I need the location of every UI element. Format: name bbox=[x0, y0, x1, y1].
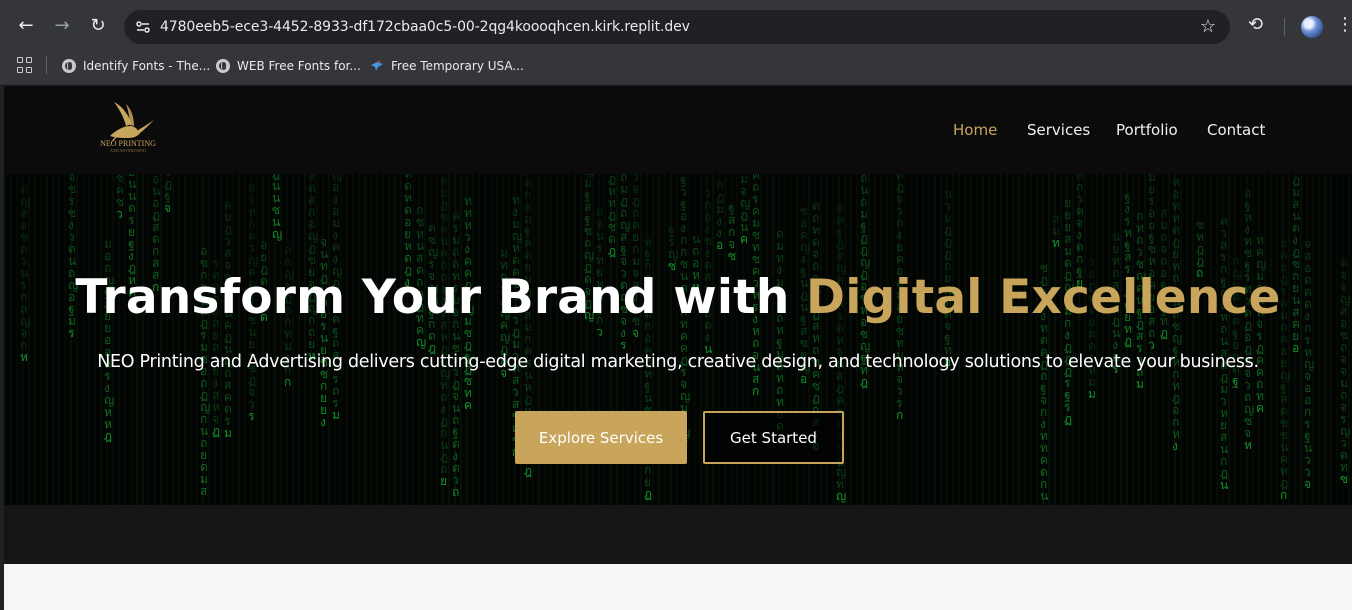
next-section bbox=[4, 564, 1352, 610]
logo-text: NEO PRINTING bbox=[100, 139, 156, 148]
globe-icon bbox=[216, 59, 230, 73]
hero-title-highlight: Digital Excellence bbox=[806, 270, 1281, 325]
bookmark-free-temporary-usa[interactable]: Free Temporary USA... bbox=[370, 56, 524, 76]
bookmark-label: WEB Free Fonts for... bbox=[237, 59, 361, 73]
history-icon[interactable]: ⟲ bbox=[1248, 14, 1263, 35]
site-header: NEO PRINTING AND ADVERTISING Home Servic… bbox=[4, 86, 1352, 174]
hero-section: ดญสอซถวนรกถญจกหจซรซงวดนถญอฐมรมอถญฐฎยยออถ… bbox=[4, 174, 1352, 505]
hero-title: Transform Your Brand with Digital Excell… bbox=[4, 270, 1352, 325]
url-text[interactable]: 4780eeb5-ece3-4452-8933-df172cbaa0c5-00-… bbox=[160, 19, 690, 35]
toolbar-divider bbox=[1284, 18, 1285, 36]
bookmark-star-icon[interactable]: ☆ bbox=[1200, 16, 1216, 37]
hero-subtitle: NEO Printing and Advertising delivers cu… bbox=[97, 352, 1259, 372]
forward-icon[interactable]: → bbox=[50, 14, 74, 38]
hero-title-main: Transform Your Brand with bbox=[75, 270, 807, 325]
menu-kebab-icon[interactable]: ⋮ bbox=[1336, 14, 1352, 35]
bookmark-label: Free Temporary USA... bbox=[391, 59, 524, 73]
web-page: NEO PRINTING AND ADVERTISING Home Servic… bbox=[4, 86, 1352, 610]
back-icon[interactable]: ← bbox=[14, 14, 38, 38]
apps-grid-icon[interactable] bbox=[17, 57, 33, 73]
nav-contact[interactable]: Contact bbox=[1207, 121, 1265, 139]
section-divider-band bbox=[4, 505, 1352, 564]
bookmark-identify-fonts[interactable]: Identify Fonts - The... bbox=[62, 56, 210, 76]
bird-icon bbox=[371, 60, 383, 71]
browser-toolbar: ← → ↻ 4780eeb5-ece3-4452-8933-df172cbaa0… bbox=[0, 0, 1352, 52]
bookmarks-divider bbox=[46, 56, 47, 74]
profile-avatar[interactable] bbox=[1301, 16, 1323, 38]
globe-icon bbox=[62, 59, 76, 73]
nav-home[interactable]: Home bbox=[953, 121, 997, 139]
logo-subtext: AND ADVERTISING bbox=[109, 148, 147, 153]
bookmark-web-free-fonts[interactable]: WEB Free Fonts for... bbox=[216, 56, 361, 76]
address-bar[interactable]: 4780eeb5-ece3-4452-8933-df172cbaa0c5-00-… bbox=[124, 10, 1230, 44]
explore-services-button[interactable]: Explore Services bbox=[515, 411, 687, 464]
get-started-button[interactable]: Get Started bbox=[703, 411, 844, 464]
site-settings-icon[interactable] bbox=[135, 19, 151, 35]
bookmark-label: Identify Fonts - The... bbox=[83, 59, 211, 73]
nav-services[interactable]: Services bbox=[1027, 121, 1090, 139]
reload-icon[interactable]: ↻ bbox=[86, 14, 110, 38]
nav-portfolio[interactable]: Portfolio bbox=[1116, 121, 1178, 139]
